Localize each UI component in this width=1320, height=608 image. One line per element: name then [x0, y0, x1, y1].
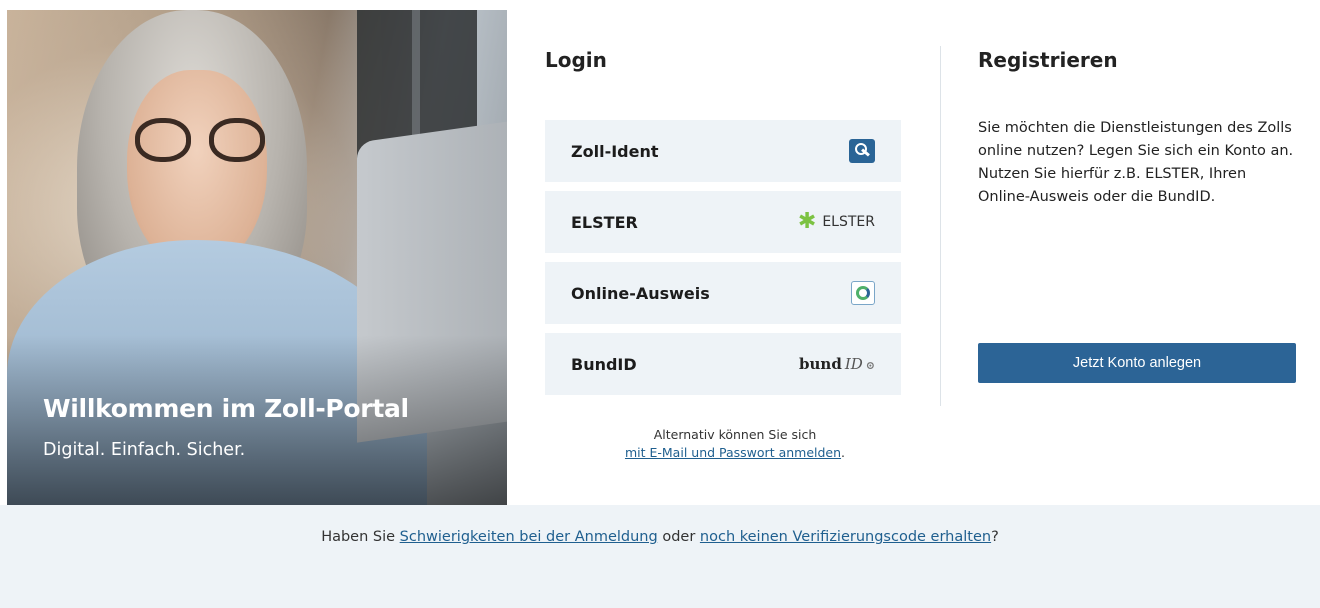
elster-logo-text: ELSTER: [822, 214, 875, 230]
hero-person-glasses: [135, 118, 265, 164]
create-account-button[interactable]: Jetzt Konto anlegen: [978, 343, 1296, 383]
alternative-login-suffix: .: [841, 445, 846, 460]
hero-title: Willkommen im Zoll-Portal: [43, 394, 409, 423]
bundid-logo-text: bund: [799, 355, 842, 373]
key-icon: [849, 139, 875, 163]
hero-subtitle: Digital. Einfach. Sicher.: [43, 440, 246, 460]
help-suffix: ?: [991, 529, 999, 545]
footer-help: Haben Sie Schwierigkeiten bei der Anmeld…: [0, 505, 1320, 608]
register-section: Registrieren Sie möchten die Dienstleist…: [978, 48, 1298, 205]
login-option-label: Zoll-Ident: [571, 141, 659, 161]
email-password-login-link[interactable]: mit E-Mail und Passwort anmelden: [625, 445, 841, 460]
login-option-elster[interactable]: ELSTER ✱ ELSTER: [545, 191, 901, 253]
section-divider: [940, 46, 941, 406]
verification-code-link[interactable]: noch keinen Verifizierungscode erhalten: [700, 529, 991, 545]
login-option-label: BundID: [571, 354, 637, 374]
info-icon: ⊙: [865, 359, 875, 372]
help-text: Haben Sie Schwierigkeiten bei der Anmeld…: [0, 529, 1320, 545]
login-option-bundid[interactable]: BundID bund ID ⊙: [545, 333, 901, 395]
register-description: Sie möchten die Dienstleistungen des Zol…: [978, 120, 1294, 205]
login-difficulties-link[interactable]: Schwierigkeiten bei der Anmeldung: [400, 529, 658, 545]
elster-logo: ✱ ELSTER: [798, 211, 875, 233]
help-prefix: Haben Sie: [321, 529, 400, 545]
login-section: Login: [545, 48, 901, 72]
login-option-label: Online-Ausweis: [571, 283, 710, 303]
bundid-logo-suffix: ID: [844, 355, 863, 373]
online-ausweis-icon: [851, 281, 875, 305]
hero-image: Willkommen im Zoll-Portal Digital. Einfa…: [7, 10, 507, 505]
register-heading: Registrieren: [978, 48, 1118, 72]
login-option-online-ausweis[interactable]: Online-Ausweis: [545, 262, 901, 324]
help-middle: oder: [657, 529, 700, 545]
alternative-login-text: Alternativ können Sie sich: [653, 427, 817, 442]
alternative-login: Alternativ können Sie sich mit E-Mail un…: [545, 426, 925, 462]
elster-star-icon: ✱: [797, 209, 817, 234]
bundid-logo: bund ID ⊙: [799, 355, 875, 373]
login-heading: Login: [545, 48, 607, 72]
login-option-zoll-ident[interactable]: Zoll-Ident: [545, 120, 901, 182]
login-option-label: ELSTER: [571, 212, 638, 232]
